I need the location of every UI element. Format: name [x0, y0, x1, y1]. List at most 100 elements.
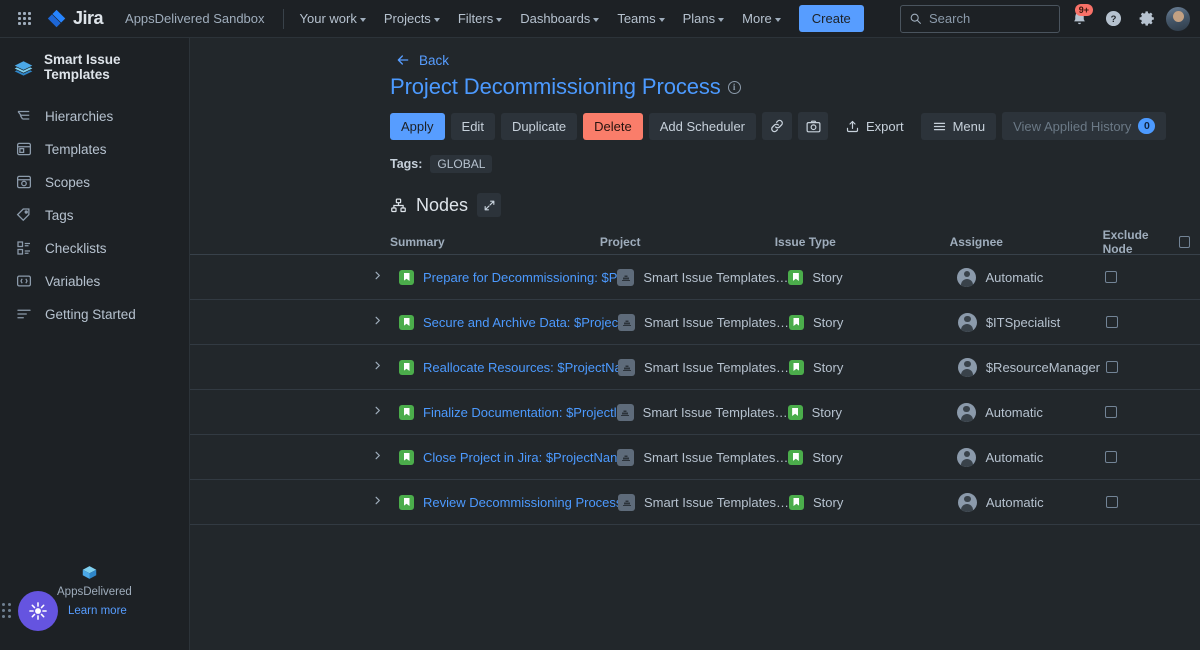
expand-row-chevron-icon[interactable]	[372, 403, 384, 421]
table-row[interactable]: Review Decommissioning Process Smart Iss…	[190, 480, 1200, 525]
expand-row-chevron-icon[interactable]	[372, 448, 384, 466]
nav-your-work[interactable]: Your work	[292, 6, 374, 31]
view-applied-history-button[interactable]: View Applied History 0	[1002, 112, 1166, 140]
search-icon	[909, 12, 922, 25]
exclude-node-checkbox[interactable]	[1106, 361, 1118, 373]
sidebar-item-checklists[interactable]: Checklists	[8, 232, 181, 264]
project-name: Smart Issue Templates…	[643, 270, 788, 285]
nav-plans[interactable]: Plans	[675, 6, 733, 31]
table-row[interactable]: Secure and Archive Data: $Projec Smart I…	[190, 300, 1200, 345]
sidebar-item-getting-started[interactable]: Getting Started	[8, 298, 181, 330]
drag-handle[interactable]	[2, 603, 11, 618]
tag-chip-global[interactable]: GLOBAL	[430, 155, 492, 173]
info-icon[interactable]: i	[728, 81, 741, 94]
table-row[interactable]: Reallocate Resources: $ProjectNa Smart I…	[190, 345, 1200, 390]
nav-dashboards[interactable]: Dashboards	[512, 6, 607, 31]
nav-filters[interactable]: Filters	[450, 6, 510, 31]
notifications-button[interactable]: 9+	[1064, 4, 1094, 34]
search-input[interactable]	[929, 11, 1039, 26]
question-circle-icon: ?	[1104, 9, 1123, 28]
table-row[interactable]: Finalize Documentation: $Projectl Smart …	[190, 390, 1200, 435]
expand-row-chevron-icon[interactable]	[372, 313, 384, 331]
summary-link[interactable]: Reallocate Resources: $ProjectNa	[423, 360, 618, 375]
create-button[interactable]: Create	[799, 5, 864, 32]
copy-link-button[interactable]	[762, 112, 792, 140]
cell-assignee: Automatic	[957, 268, 1105, 287]
user-avatar[interactable]	[1166, 7, 1190, 31]
apps-grid-icon[interactable]	[10, 5, 38, 33]
exclude-all-checkbox[interactable]	[1179, 236, 1190, 248]
cell-exclude-node	[1106, 496, 1190, 508]
assignee-avatar-icon	[958, 358, 977, 377]
summary-link[interactable]: Finalize Documentation: $Projectl	[423, 405, 617, 420]
project-name: Smart Issue Templates…	[643, 405, 788, 420]
nav-projects[interactable]: Projects	[376, 6, 448, 31]
summary-link[interactable]: Secure and Archive Data: $Projec	[423, 315, 618, 330]
expand-row-chevron-icon[interactable]	[372, 268, 384, 286]
back-link[interactable]: Back	[190, 38, 1200, 68]
sidebar-item-label: Templates	[45, 142, 107, 157]
sidebar-app-header[interactable]: Smart Issue Templates	[0, 38, 189, 94]
global-navigation-bar: Jira AppsDelivered Sandbox Your work Pro…	[0, 0, 1200, 38]
sidebar-app-title: Smart Issue Templates	[44, 52, 177, 82]
help-button[interactable]: ?	[1098, 4, 1128, 34]
nav-more[interactable]: More	[734, 6, 789, 31]
settings-button[interactable]	[1132, 4, 1162, 34]
exclude-node-checkbox[interactable]	[1106, 316, 1118, 328]
scopes-icon	[14, 172, 34, 192]
exclude-node-checkbox[interactable]	[1105, 406, 1117, 418]
global-nav-right-actions: 9+ ?	[900, 4, 1190, 34]
summary-link[interactable]: Prepare for Decommissioning: $P	[423, 270, 617, 285]
jira-home-link[interactable]: Jira	[46, 8, 103, 30]
expand-row-chevron-icon[interactable]	[372, 358, 384, 376]
story-issue-type-icon	[399, 450, 414, 465]
issue-type-name: Story	[812, 450, 842, 465]
hamburger-icon	[932, 119, 947, 134]
delete-button[interactable]: Delete	[583, 113, 643, 140]
sidebar-item-variables[interactable]: Variables	[8, 265, 181, 297]
exclude-node-checkbox[interactable]	[1106, 496, 1118, 508]
assignee-name: Automatic	[986, 495, 1044, 510]
table-row[interactable]: Prepare for Decommissioning: $P Smart Is…	[190, 255, 1200, 300]
nodes-table: Summary Project Issue Type Assignee Excl…	[190, 229, 1200, 525]
tags-label: Tags:	[390, 157, 422, 171]
view-applied-history-label: View Applied History	[1013, 119, 1131, 134]
templates-icon	[14, 139, 34, 159]
cell-issue-type: Story	[789, 360, 958, 375]
cell-issue-type: Story	[788, 405, 957, 420]
sidebar-item-tags[interactable]: Tags	[8, 199, 181, 231]
summary-link[interactable]: Review Decommissioning Process	[423, 495, 618, 510]
screenshot-button[interactable]	[798, 112, 828, 140]
learn-more-link[interactable]: Learn more	[68, 605, 127, 617]
export-button[interactable]: Export	[834, 113, 915, 140]
exclude-node-checkbox[interactable]	[1105, 451, 1117, 463]
nav-plans-label: Plans	[683, 11, 716, 26]
expand-icon[interactable]	[477, 193, 501, 217]
expand-row-chevron-icon[interactable]	[372, 493, 384, 511]
apply-button[interactable]: Apply	[390, 113, 445, 140]
search-box[interactable]	[900, 5, 1060, 33]
edit-button[interactable]: Edit	[451, 113, 495, 140]
table-row[interactable]: Close Project in Jira: $ProjectNan Smart…	[190, 435, 1200, 480]
table-body: Prepare for Decommissioning: $P Smart Is…	[190, 255, 1200, 525]
sidebar-item-templates[interactable]: Templates	[8, 133, 181, 165]
sidebar-item-hierarchies[interactable]: Hierarchies	[8, 100, 181, 132]
cell-project: Smart Issue Templates…	[617, 404, 788, 421]
add-scheduler-button[interactable]: Add Scheduler	[649, 113, 756, 140]
sidebar-item-scopes[interactable]: Scopes	[8, 166, 181, 198]
menu-button[interactable]: Menu	[921, 113, 997, 140]
tags-row: Tags: GLOBAL	[190, 140, 1200, 173]
project-name: Smart Issue Templates…	[644, 315, 789, 330]
assignee-name: Automatic	[985, 405, 1043, 420]
column-header-assignee: Assignee	[950, 235, 1103, 249]
chat-widget-icon[interactable]	[18, 591, 58, 631]
nav-dashboards-label: Dashboards	[520, 11, 590, 26]
assignee-avatar-icon	[957, 268, 976, 287]
site-name[interactable]: AppsDelivered Sandbox	[115, 11, 274, 26]
nav-teams[interactable]: Teams	[609, 6, 672, 31]
assignee-name: Automatic	[985, 450, 1043, 465]
duplicate-button[interactable]: Duplicate	[501, 113, 577, 140]
exclude-node-checkbox[interactable]	[1105, 271, 1117, 283]
cell-issue-type: Story	[788, 450, 957, 465]
summary-link[interactable]: Close Project in Jira: $ProjectNan	[423, 450, 617, 465]
